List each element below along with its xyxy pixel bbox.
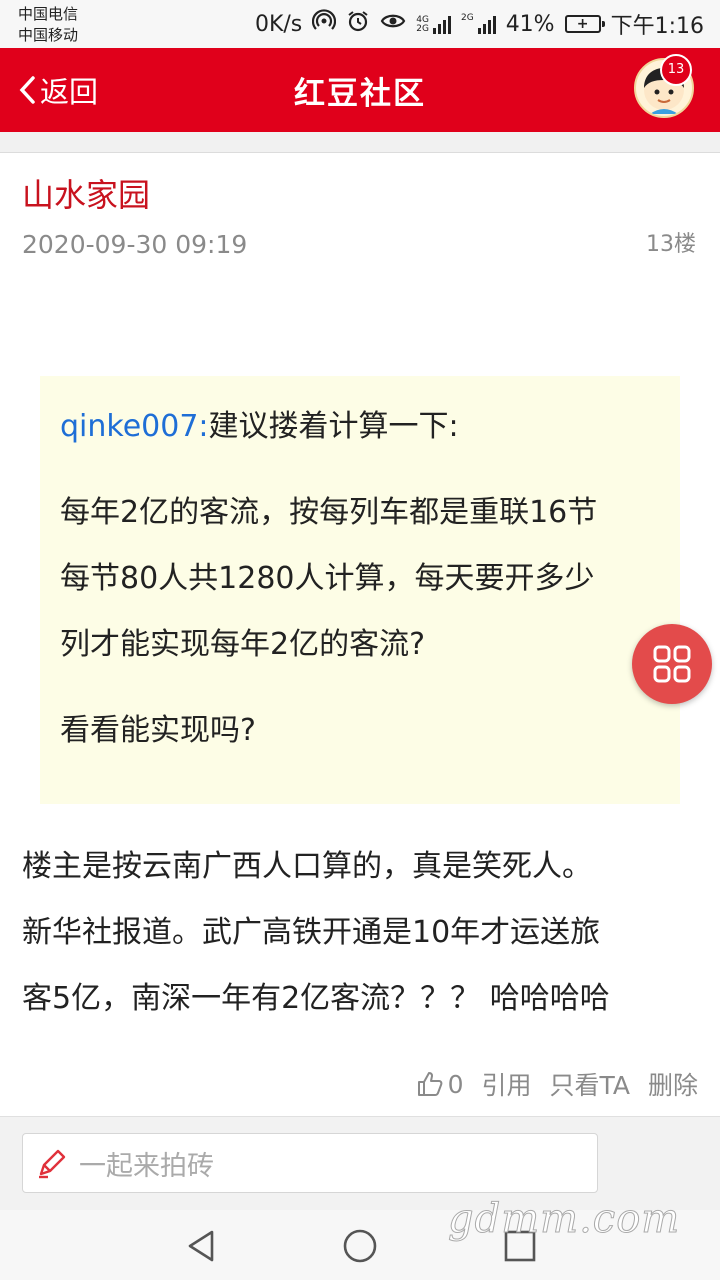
quoted-post: qinke007:建议搂着计算一下: 每年2亿的客流，按每列车都是重联16节 每…	[40, 376, 680, 804]
nav-back-button[interactable]	[182, 1226, 222, 1266]
thumbs-up-icon	[417, 1072, 443, 1096]
app-title: 红豆社区	[294, 76, 426, 112]
grid-icon	[653, 645, 691, 683]
battery-percent: 41%	[505, 11, 555, 37]
network-type-2: 2G	[460, 13, 474, 23]
quote-para3: 看看能实现吗?	[60, 713, 256, 748]
like-button[interactable]: 0	[416, 1070, 464, 1099]
like-count: 0	[447, 1069, 464, 1099]
quote-para2-line2: 每节80人共1280人计算，每天要开多少	[60, 561, 595, 596]
post-actions: 0 引用 只看TA 删除	[416, 1064, 698, 1104]
eye-icon	[380, 9, 406, 39]
quote-intro: 建议搂着计算一下:	[208, 409, 459, 444]
watermark: gdmm.com	[447, 1196, 681, 1243]
quote-para2-line3: 列才能实现每年2亿的客流?	[60, 627, 426, 662]
header-divider	[0, 132, 720, 153]
battery-icon: +	[564, 15, 605, 33]
notification-badge: 13	[660, 54, 692, 86]
signal-icon-2: 2G	[461, 14, 496, 34]
quote-button[interactable]: 引用	[482, 1066, 532, 1102]
floor-number: 13楼	[646, 232, 696, 257]
circle-home-icon	[343, 1229, 377, 1263]
quote-para2-line1: 每年2亿的客流，按每列车都是重联16节	[60, 495, 598, 530]
only-ta-button[interactable]: 只看TA	[550, 1066, 630, 1102]
carrier-1: 中国电信	[18, 5, 79, 23]
status-bar: 中国电信 中国移动 0K/s 4G 2G 2G 41% + 下午1:16	[0, 0, 720, 48]
network-type-1b: 2G	[416, 24, 429, 34]
delete-button[interactable]: 删除	[648, 1066, 698, 1102]
post-time: 2020-09-30 09:19	[22, 230, 248, 259]
network-speed: 0K/s	[254, 11, 303, 37]
hotspot-icon	[312, 9, 337, 39]
quote-username[interactable]: qinke007:	[60, 409, 209, 444]
body-line-1: 楼主是按云南广西人口算的，真是笑死人。	[22, 849, 592, 884]
pencil-icon	[39, 1149, 66, 1179]
alarm-icon	[346, 9, 370, 39]
triangle-back-icon	[188, 1230, 214, 1262]
app-header: 返回 红豆社区 13	[0, 48, 720, 132]
nav-home-button[interactable]	[340, 1226, 380, 1266]
signal-icon-1: 4G 2G	[416, 14, 451, 34]
carrier-2: 中国移动	[18, 26, 79, 44]
post-author[interactable]: 山水家园	[22, 170, 150, 216]
comment-input[interactable]: 一起来拍砖	[22, 1133, 598, 1193]
quote-line-1: qinke007:建议搂着计算一下:	[60, 394, 459, 460]
body-line-2: 新华社报道。武广高铁开通是10年才运送旅	[22, 915, 601, 950]
menu-fab[interactable]	[632, 624, 712, 704]
clock: 下午1:16	[610, 14, 704, 39]
comment-placeholder: 一起来拍砖	[79, 1150, 214, 1182]
post-body: 楼主是按云南广西人口算的，真是笑死人。 新华社报道。武广高铁开通是10年才运送旅…	[22, 834, 702, 1032]
status-icons: 0K/s 4G 2G 2G 41% + 下午1:16	[255, 8, 704, 40]
body-line-3: 客5亿，南深一年有2亿客流？？？ 哈哈哈哈	[22, 981, 610, 1016]
